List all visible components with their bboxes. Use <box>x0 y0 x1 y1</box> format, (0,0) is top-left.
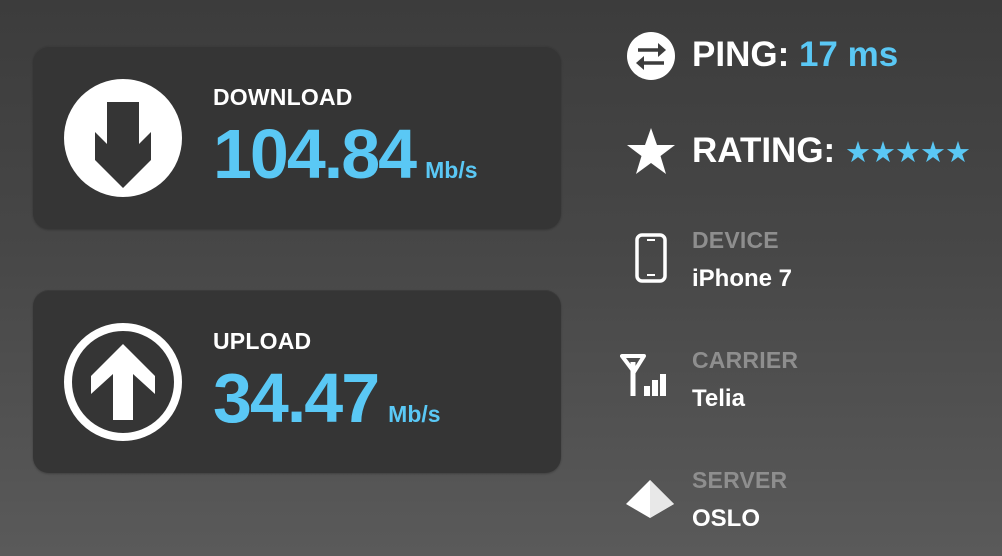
device-label: DEVICE <box>692 227 779 253</box>
download-unit: Mb/s <box>425 157 478 183</box>
upload-card: UPLOAD 34.47 Mb/s <box>33 290 561 473</box>
upload-speed: 34.47 Mb/s <box>213 358 441 438</box>
rating-stat: RATING: ★★★★★ <box>692 131 971 171</box>
antenna-signal-icon <box>620 352 670 402</box>
upload-unit: Mb/s <box>388 401 441 427</box>
carrier-label: CARRIER <box>692 347 799 373</box>
download-card: DOWNLOAD 104.84 Mb/s <box>33 46 561 229</box>
exchange-arrows-icon <box>626 31 676 81</box>
arrow-up-circle-icon <box>63 322 183 442</box>
upload-value: 34.47 <box>213 359 380 437</box>
download-label: DOWNLOAD <box>213 84 353 110</box>
rating-label: RATING: <box>692 131 836 170</box>
device-value: iPhone 7 <box>692 265 793 292</box>
upload-label: UPLOAD <box>213 328 312 354</box>
phone-icon <box>631 233 681 283</box>
server-value: OSLO <box>692 505 761 532</box>
arrow-down-circle-icon <box>63 78 183 198</box>
download-value: 104.84 <box>213 115 417 193</box>
pyramid-icon <box>624 478 674 528</box>
carrier-value: Telia <box>692 385 745 412</box>
rating-stars: ★★★★★ <box>844 135 971 169</box>
ping-value: 17 ms <box>798 35 899 74</box>
ping-label: PING: <box>692 35 790 74</box>
download-speed: 104.84 Mb/s <box>213 114 478 194</box>
star-icon <box>626 126 676 176</box>
server-label: SERVER <box>692 467 788 493</box>
ping-stat: PING: 17 ms <box>692 35 898 75</box>
